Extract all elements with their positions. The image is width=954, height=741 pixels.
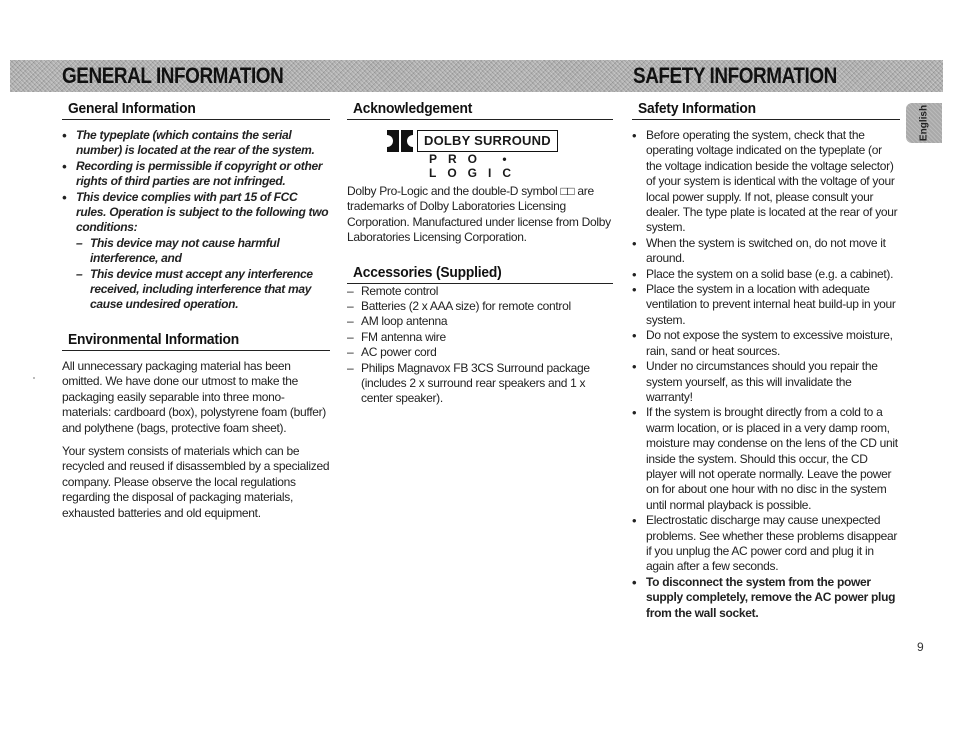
scan-artifact-dot [33, 377, 35, 379]
accessory-item: Remote control [347, 284, 613, 300]
section-heading: Environmental Information [62, 327, 330, 351]
column-middle: Acknowledgement DOLBY SURROUND PRO • LOG… [347, 96, 613, 407]
safety-item: Place the system on a solid base (e.g. a… [632, 267, 900, 283]
banner-title-safety: SAFETY INFORMATION [633, 63, 837, 88]
condition-item: This device may not cause harmful interf… [76, 236, 330, 267]
banner-title-general: GENERAL INFORMATION [62, 63, 284, 88]
paragraph: Your system consists of materials which … [62, 443, 330, 520]
section-heading: Safety Information [632, 96, 900, 120]
language-tab-label: English [918, 104, 930, 142]
trademark-text: Dolby Pro-Logic and the double-D symbol … [347, 184, 611, 245]
accessory-item: Philips Magnavox FB 3CS Surround package… [347, 361, 613, 407]
general-information-banner: GENERAL INFORMATION [10, 60, 480, 92]
paragraph: All unnecessary packaging material has b… [62, 358, 326, 435]
accessories-list: Remote control Batteries (2 x AAA size) … [347, 284, 613, 407]
safety-item: Before operating the system, check that … [632, 128, 900, 236]
safety-item: Electrostatic discharge may cause unexpe… [632, 513, 900, 575]
safety-item: Place the system in a location with adeq… [632, 282, 900, 328]
language-tab: English [906, 103, 942, 143]
safety-list: Before operating the system, check that … [632, 128, 900, 621]
accessory-item: FM antenna wire [347, 330, 613, 346]
list-item: This device complies with part 15 of FCC… [62, 190, 330, 313]
safety-information-banner: SAFETY INFORMATION [480, 60, 943, 92]
list-item: The typeplate (which contains the serial… [62, 128, 330, 159]
double-d-icon [387, 130, 413, 152]
dolby-logo: DOLBY SURROUND [387, 130, 613, 152]
list-item-text: This device complies with part 15 of FCC… [76, 189, 329, 235]
column-right: Safety Information Before operating the … [632, 96, 900, 621]
section-heading: Accessories (Supplied) [347, 260, 613, 284]
section-heading: Acknowledgement [347, 96, 613, 120]
safety-information-section: Safety Information Before operating the … [632, 96, 900, 621]
accessory-item: Batteries (2 x AAA size) for remote cont… [347, 299, 613, 315]
safety-item: Do not expose the system to excessive mo… [632, 328, 900, 359]
condition-item: This device must accept any interference… [76, 267, 330, 313]
accessories-section: Accessories (Supplied) Remote control Ba… [347, 260, 613, 407]
general-info-list: The typeplate (which contains the serial… [62, 128, 330, 313]
safety-item: Under no circumstances should you repair… [632, 359, 900, 405]
acknowledgement-section: Acknowledgement DOLBY SURROUND PRO • LOG… [347, 96, 613, 246]
accessory-item: AM loop antenna [347, 314, 613, 330]
environmental-information-section: Environmental Information All unnecessar… [62, 327, 330, 521]
column-left: General Information The typeplate (which… [62, 96, 330, 521]
section-heading: General Information [62, 96, 330, 120]
safety-item: When the system is switched on, do not m… [632, 236, 900, 267]
pro-logic-label: PRO • LOGIC [429, 152, 522, 180]
safety-item-warning: To disconnect the system from the power … [632, 575, 900, 621]
dolby-surround-label: DOLBY SURROUND [417, 130, 558, 152]
accessory-item: AC power cord [347, 345, 613, 361]
fcc-conditions-list: This device may not cause harmful interf… [76, 236, 330, 313]
general-information-section: General Information The typeplate (which… [62, 96, 330, 313]
safety-item: If the system is brought directly from a… [632, 405, 900, 513]
list-item: Recording is permissible if copyright or… [62, 159, 330, 190]
page-number: 9 [917, 640, 924, 654]
